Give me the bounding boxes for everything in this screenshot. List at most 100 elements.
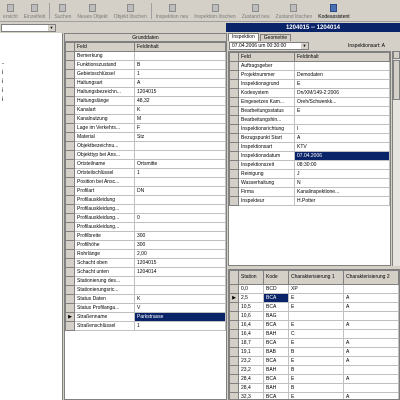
field-value-cell[interactable]: A	[134, 78, 226, 88]
field-value-cell[interactable]: 2,00	[134, 249, 226, 259]
table-row[interactable]: Haltungslänge 48,32	[65, 96, 226, 106]
station-cell[interactable]: 10,5	[238, 302, 264, 312]
table-row[interactable]: Haltungsart A	[65, 78, 226, 88]
code-cell[interactable]: BCA	[263, 356, 289, 366]
station-cell[interactable]: 10,6	[238, 311, 264, 321]
toolbar-button[interactable]: Zustand neu	[239, 0, 273, 21]
characterization-1-cell[interactable]: B	[288, 347, 344, 357]
nav-item-marker[interactable]: -	[2, 61, 4, 67]
row-indicator[interactable]	[229, 187, 239, 197]
field-value-cell[interactable]: 07.04.2006	[294, 151, 390, 161]
table-row[interactable]: Bearbeitungshin...	[229, 115, 390, 125]
field-value-cell[interactable]	[134, 285, 226, 295]
characterization-2-cell[interactable]: A	[343, 356, 399, 366]
table-row[interactable]: Status Daten K	[65, 294, 226, 304]
table-row[interactable]: Wasserhaltung N	[229, 178, 390, 188]
code-cell[interactable]: BCA	[263, 338, 289, 348]
inspection-datetime-dropdown[interactable]: 07.04.2006 um 00:30:00 ▼	[229, 42, 309, 50]
table-row[interactable]: ▶ Straßenname Parkstrasse	[65, 312, 226, 322]
field-value-cell[interactable]: N	[294, 178, 390, 188]
table-row[interactable]: Firma Kanalinspektione...	[229, 187, 390, 197]
row-indicator[interactable]	[229, 365, 239, 375]
field-value-cell[interactable]: 48,32	[134, 96, 226, 106]
table-row[interactable]: 18,7 BCA E A	[229, 338, 399, 348]
field-value-cell[interactable]: H.Potter	[294, 196, 390, 206]
table-row[interactable]: Profilauskleidung...	[65, 222, 226, 232]
characterization-2-cell[interactable]: A	[343, 392, 399, 399]
toolbar-button[interactable]: Inspektion löschen	[191, 0, 238, 21]
column-header-station[interactable]: Station	[238, 270, 264, 285]
row-indicator[interactable]	[65, 114, 75, 124]
row-indicator[interactable]	[65, 186, 75, 196]
field-value-cell[interactable]: F	[134, 123, 226, 133]
code-cell[interactable]: BAG	[263, 311, 289, 321]
field-value-cell[interactable]: Oreh/Schwenkk...	[294, 97, 390, 107]
field-value-cell[interactable]: K	[134, 105, 226, 115]
field-value-cell[interactable]: I	[294, 124, 390, 134]
row-indicator[interactable]	[229, 160, 239, 170]
row-indicator[interactable]	[65, 258, 75, 268]
table-row[interactable]: Schacht oben 1204015	[65, 258, 226, 268]
table-row[interactable]: Bemerkung	[65, 51, 226, 61]
row-indicator[interactable]	[65, 105, 75, 115]
table-row[interactable]: Bezugspunkt Start A	[229, 133, 390, 143]
station-cell[interactable]: 16,4	[238, 320, 264, 330]
table-row[interactable]: Profilauskleidung...	[65, 204, 226, 214]
row-indicator[interactable]	[229, 196, 239, 206]
vertical-scrollbar[interactable]	[392, 51, 400, 266]
field-value-cell[interactable]: 1	[134, 69, 226, 79]
row-indicator[interactable]	[65, 222, 75, 232]
station-cell[interactable]: 23,2	[238, 356, 264, 366]
table-row[interactable]: 16,4 BAH C	[229, 329, 399, 339]
row-indicator[interactable]	[65, 195, 75, 205]
toolbar-button[interactable]: Inspektion neu	[153, 0, 192, 21]
row-indicator[interactable]	[65, 294, 75, 304]
row-indicator[interactable]	[229, 133, 239, 143]
table-row[interactable]: Inspektionszeit 08:30:00	[229, 160, 390, 170]
table-row[interactable]: Stationierung des...	[65, 276, 226, 286]
row-indicator[interactable]	[229, 347, 239, 357]
row-indicator[interactable]	[65, 231, 75, 241]
row-indicator[interactable]	[65, 168, 75, 178]
field-value-cell[interactable]: KTV	[294, 142, 390, 152]
field-value-cell[interactable]: Kanalinspektione...	[294, 187, 390, 197]
field-value-cell[interactable]: E	[294, 106, 390, 116]
row-indicator[interactable]	[65, 150, 75, 160]
row-indicator[interactable]	[229, 356, 239, 366]
code-cell[interactable]: BCD	[263, 284, 289, 294]
row-indicator[interactable]	[65, 204, 75, 214]
characterization-1-cell[interactable]: E	[288, 293, 344, 303]
nav-item-marker[interactable]: i	[2, 88, 3, 94]
table-row[interactable]: Profilauskleidung	[65, 195, 226, 205]
column-header-feldinhalt[interactable]: Feldinhalt	[294, 52, 390, 62]
row-indicator[interactable]	[65, 123, 75, 133]
code-cell[interactable]: BCA	[263, 320, 289, 330]
code-cell[interactable]: BCA	[263, 374, 289, 384]
row-indicator[interactable]	[65, 141, 75, 151]
field-value-cell[interactable]: 1204014	[134, 267, 226, 277]
field-value-cell[interactable]: E	[294, 79, 390, 89]
characterization-1-cell[interactable]: E	[288, 338, 344, 348]
chevron-down-icon[interactable]: ▼	[48, 24, 55, 31]
station-cell[interactable]: 19,1	[238, 347, 264, 357]
table-row[interactable]: Ortsteilname Ortsmitte	[65, 159, 226, 169]
field-value-cell[interactable]: 1204015	[134, 258, 226, 268]
row-indicator[interactable]	[229, 329, 239, 339]
table-row[interactable]: Rohrlänge 2,00	[65, 249, 226, 259]
chevron-down-icon[interactable]: ▼	[301, 43, 308, 49]
station-cell[interactable]: 16,4	[238, 329, 264, 339]
field-value-cell[interactable]	[134, 177, 226, 187]
row-indicator[interactable]	[65, 96, 75, 106]
characterization-1-cell[interactable]: E	[288, 374, 344, 384]
field-value-cell[interactable]: B	[134, 60, 226, 70]
table-row[interactable]: Kodesystem Dn/XM/149-2:2006	[229, 88, 390, 98]
row-indicator[interactable]	[229, 115, 239, 125]
row-indicator[interactable]	[65, 240, 75, 250]
code-cell[interactable]: BAB	[263, 347, 289, 357]
field-value-cell[interactable]: V	[134, 303, 226, 313]
table-row[interactable]: Schacht unten 1204014	[65, 267, 226, 277]
object-dropdown[interactable]: ▼	[1, 23, 56, 32]
column-header-feld[interactable]: Feld	[238, 52, 295, 62]
row-indicator[interactable]: ▶	[229, 293, 239, 303]
toolbar-button[interactable]: ersicht	[0, 0, 21, 21]
